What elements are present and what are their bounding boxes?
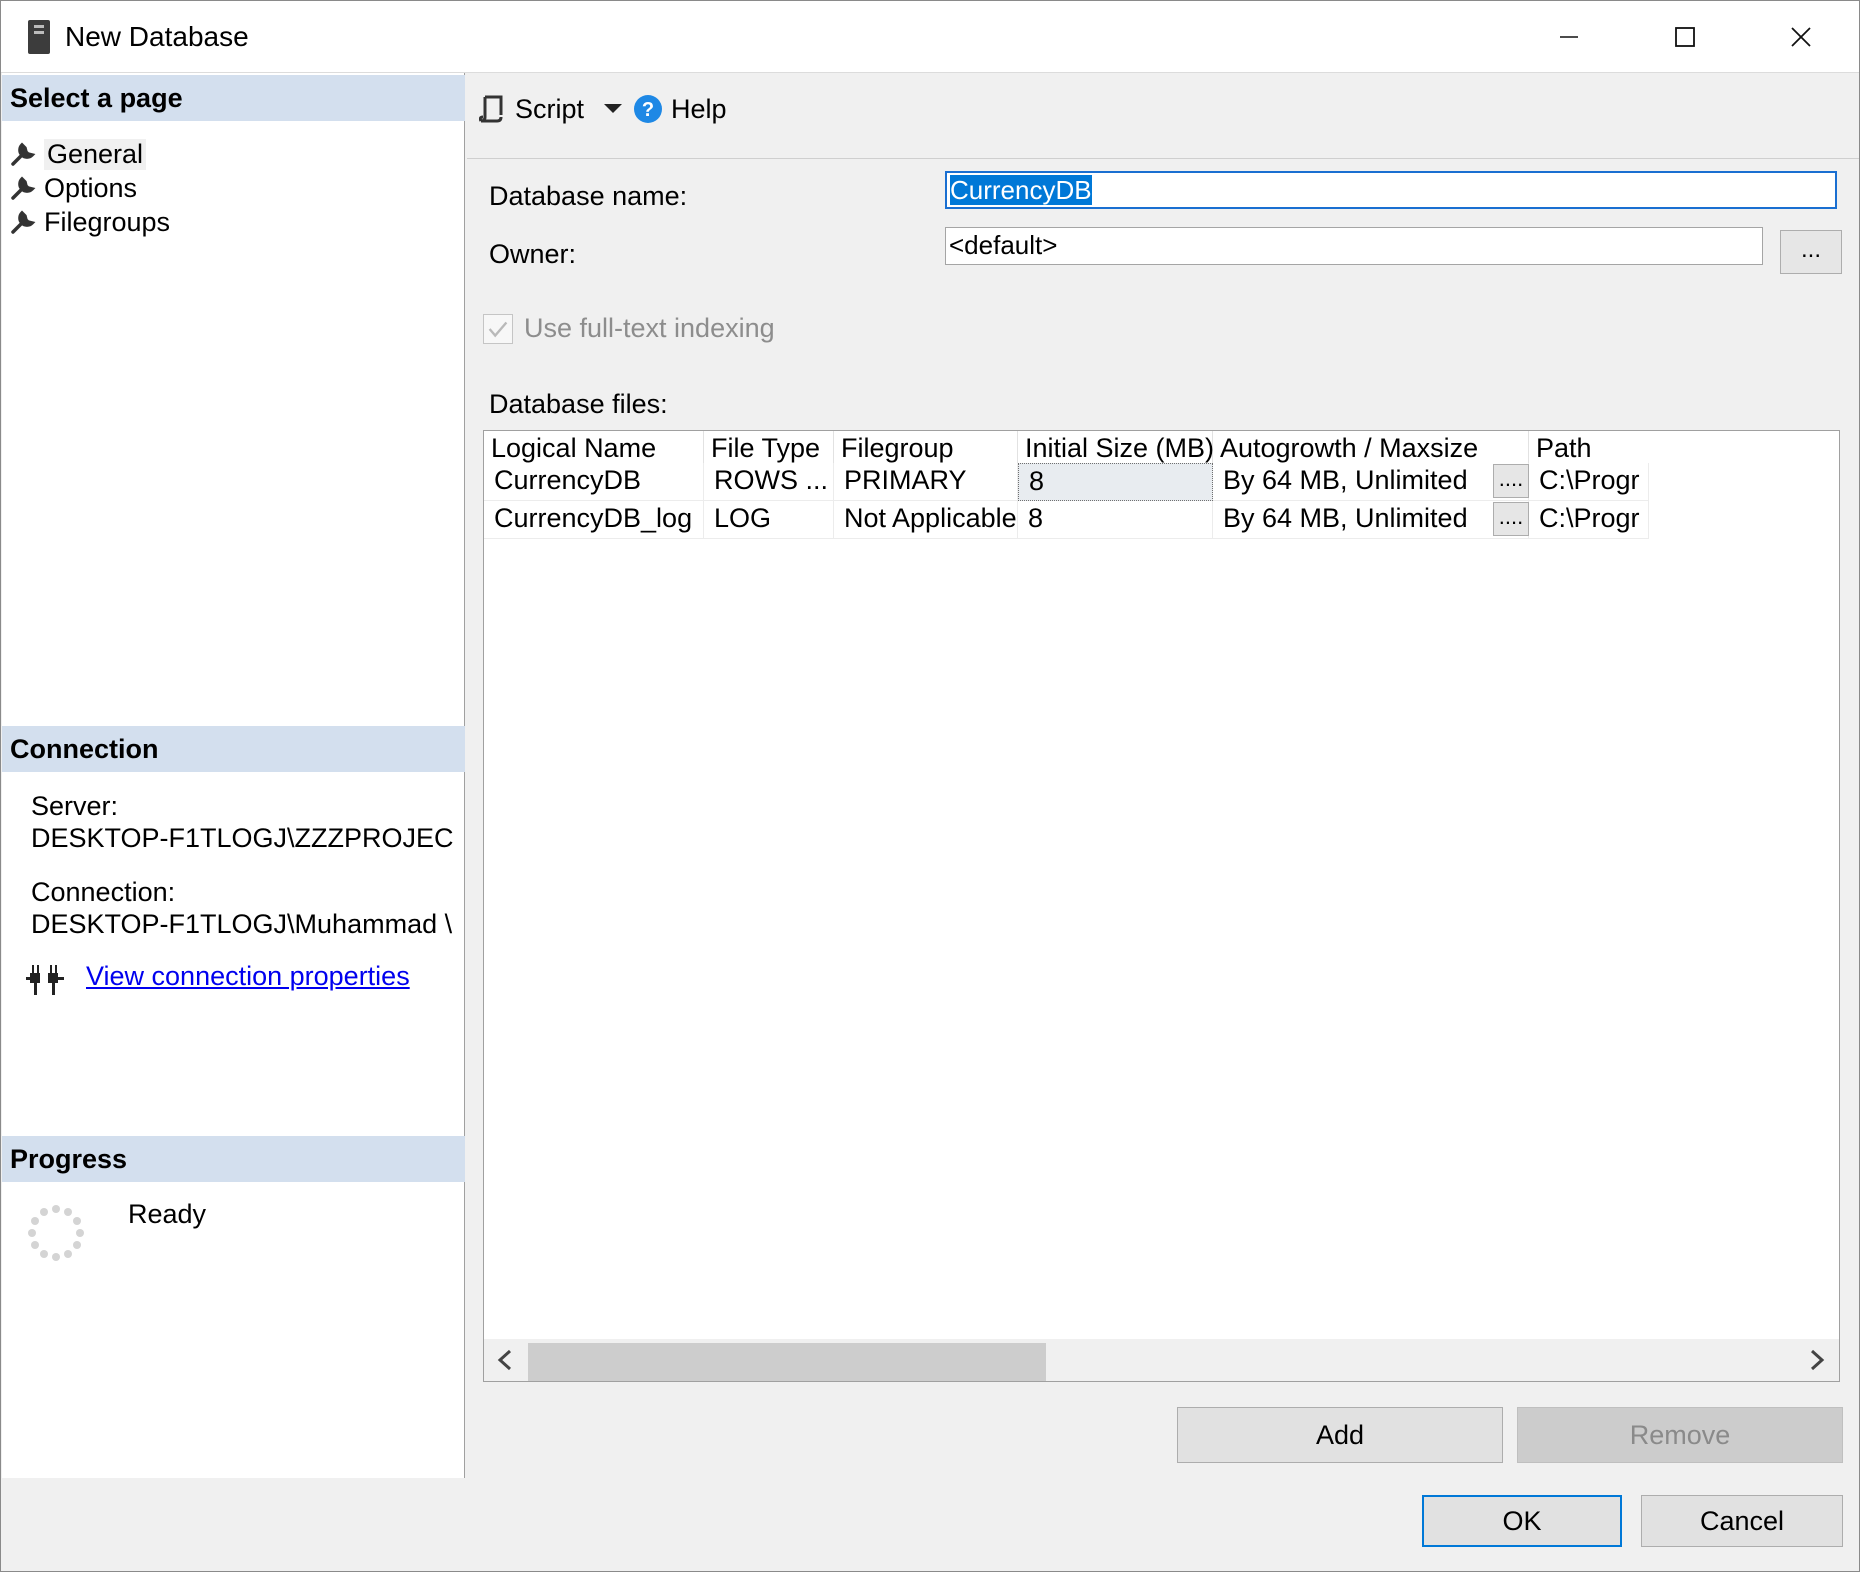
progress-spinner-icon — [28, 1205, 84, 1261]
maximize-button[interactable] — [1627, 1, 1743, 73]
help-button[interactable]: ? Help — [633, 87, 727, 131]
dialog-button-bar: OK Cancel — [467, 1479, 1859, 1571]
svg-text:?: ? — [642, 99, 654, 121]
chevron-left-icon — [497, 1349, 512, 1371]
connection-label: Connection: — [31, 877, 176, 907]
chevron-right-icon — [1810, 1349, 1825, 1371]
close-icon — [1791, 27, 1811, 47]
window-title: New Database — [65, 21, 249, 52]
fulltext-label: Use full-text indexing — [524, 313, 775, 343]
owner-input[interactable]: <default> — [945, 227, 1763, 265]
page-item-options[interactable]: Options — [10, 171, 137, 205]
cell-path[interactable]: C:\Progr — [1529, 463, 1649, 501]
close-button[interactable] — [1743, 1, 1859, 73]
minimize-button[interactable] — [1511, 1, 1627, 73]
chevron-down-icon[interactable] — [602, 102, 624, 116]
select-page-header: Select a page — [2, 75, 465, 121]
cell-initial-size[interactable]: 8 — [1018, 463, 1213, 501]
script-label: Script — [515, 93, 585, 124]
cell-filegroup[interactable]: Not Applicable — [834, 501, 1018, 539]
autogrowth-browse-button[interactable]: .... — [1493, 502, 1529, 536]
wrench-icon — [11, 176, 36, 200]
view-connection-properties-link[interactable]: View connection properties — [86, 961, 410, 992]
scrollbar-thumb[interactable] — [528, 1343, 1046, 1381]
cell-path[interactable]: C:\Progr — [1529, 501, 1649, 539]
autogrowth-browse-button[interactable]: .... — [1493, 464, 1529, 498]
database-files-label: Database files: — [489, 389, 668, 419]
page-item-general[interactable]: General — [10, 137, 147, 171]
left-panel: Select a page General Options Filegroups… — [2, 73, 465, 1478]
page-item-label: Options — [44, 172, 138, 203]
remove-button[interactable]: Remove — [1517, 1407, 1843, 1463]
cell-logical-name[interactable]: CurrencyDB_log — [484, 501, 704, 539]
owner-label: Owner: — [489, 239, 577, 269]
title-bar: New Database — [1, 1, 1859, 73]
help-icon: ? — [634, 95, 662, 123]
connection-plug-icon — [26, 965, 64, 995]
database-server-icon — [28, 20, 50, 54]
progress-status: Ready — [128, 1199, 207, 1229]
wrench-icon — [11, 210, 36, 234]
general-page-panel: Script ? Help Database name: CurrencyDB … — [467, 73, 1859, 1478]
cell-file-type[interactable]: LOG — [704, 501, 834, 539]
progress-header: Progress — [2, 1136, 465, 1182]
cell-autogrowth: By 64 MB, Unlimited — [1213, 463, 1529, 501]
help-label: Help — [671, 93, 727, 124]
page-item-label: Filegroups — [44, 206, 171, 237]
database-files-grid: Logical Name File Type Filegroup Initial… — [483, 430, 1840, 1382]
horizontal-scrollbar[interactable] — [484, 1339, 1839, 1381]
page-item-filegroups[interactable]: Filegroups — [10, 205, 170, 239]
maximize-icon — [1675, 27, 1695, 47]
scroll-right-button[interactable] — [1802, 1345, 1832, 1375]
script-button[interactable]: Script — [479, 87, 624, 131]
connection-header: Connection — [2, 726, 465, 772]
database-name-value: CurrencyDB — [950, 175, 1092, 205]
cell-autogrowth: By 64 MB, Unlimited — [1213, 501, 1529, 539]
connection-value: DESKTOP-F1TLOGJ\Muhammad \ — [31, 909, 453, 939]
cell-file-type[interactable]: ROWS ... — [704, 463, 834, 501]
cell-logical-name[interactable]: CurrencyDB — [484, 463, 704, 501]
cell-initial-size[interactable]: 8 — [1018, 501, 1213, 539]
page-item-label: General — [44, 138, 147, 170]
cell-filegroup[interactable]: PRIMARY — [834, 463, 1018, 501]
server-value: DESKTOP-F1TLOGJ\ZZZPROJEC — [31, 823, 454, 853]
wrench-icon — [11, 142, 36, 166]
add-button[interactable]: Add — [1177, 1407, 1503, 1463]
toolbar: Script ? Help — [467, 73, 1859, 159]
cancel-button[interactable]: Cancel — [1641, 1495, 1843, 1547]
scroll-left-button[interactable] — [490, 1345, 520, 1375]
script-icon — [479, 95, 503, 123]
database-name-label: Database name: — [489, 181, 688, 211]
owner-browse-button[interactable]: ... — [1780, 230, 1842, 274]
new-database-dialog: New Database Select a page General Optio… — [0, 0, 1860, 1572]
server-label: Server: — [31, 791, 119, 821]
fulltext-checkbox[interactable] — [483, 314, 513, 344]
database-name-input[interactable]: CurrencyDB — [945, 171, 1837, 209]
minimize-icon — [1560, 36, 1578, 38]
ok-button[interactable]: OK — [1422, 1495, 1622, 1547]
